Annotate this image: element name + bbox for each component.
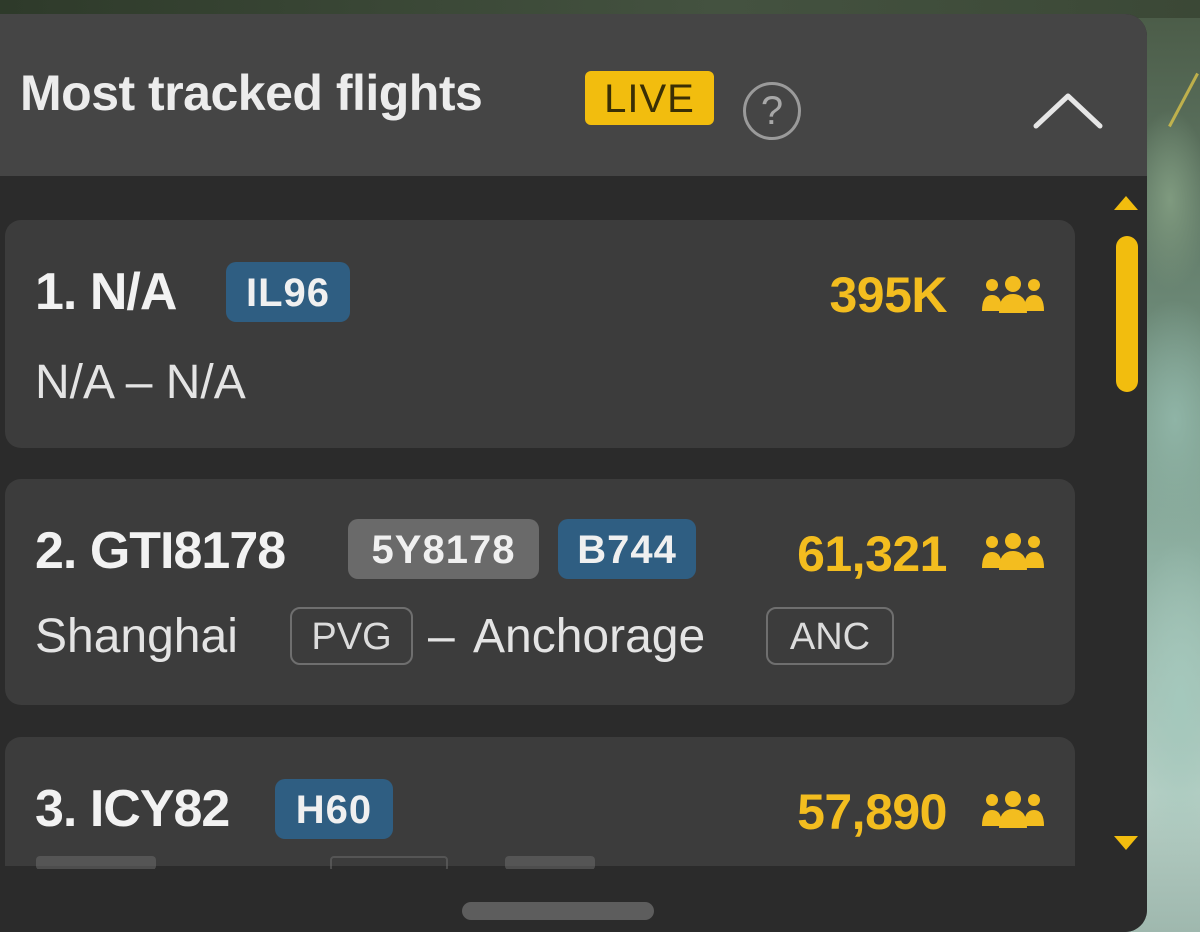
flight-card[interactable]: 2. GTI8178 5Y8178 B744 61,321 Shanghai P… bbox=[5, 479, 1075, 705]
drag-handle[interactable] bbox=[462, 902, 654, 920]
registration-tag: 5Y8178 bbox=[348, 519, 539, 579]
flight-card[interactable]: 3. ICY82 H60 57,890 bbox=[5, 737, 1075, 866]
flight-title: 3. ICY82 bbox=[35, 780, 230, 838]
destination-city: Anchorage bbox=[473, 610, 706, 663]
origin-airport-code: PVG bbox=[290, 607, 413, 665]
most-tracked-flights-panel: Most tracked flights LIVE ? 1. N/A IL96 … bbox=[0, 14, 1147, 932]
clipped-route-text bbox=[505, 856, 595, 870]
panel-header: Most tracked flights LIVE ? bbox=[0, 14, 1147, 176]
live-badge: LIVE bbox=[585, 71, 714, 125]
panel-title: Most tracked flights bbox=[20, 65, 483, 121]
destination-airport-code: ANC bbox=[766, 607, 894, 665]
scroll-down-arrow-icon[interactable] bbox=[1114, 836, 1138, 850]
route-separator: – bbox=[428, 610, 455, 663]
route-text: N/A – N/A bbox=[35, 356, 246, 409]
aircraft-type-tag: IL96 bbox=[226, 262, 350, 322]
people-icon bbox=[982, 276, 1044, 313]
tracker-count: 61,321 bbox=[797, 526, 947, 582]
aircraft-type-tag: B744 bbox=[558, 519, 696, 579]
flight-card[interactable]: 1. N/A IL96 395K N/A – N/A bbox=[5, 220, 1075, 448]
tracker-count: 395K bbox=[829, 267, 947, 323]
people-icon bbox=[982, 533, 1044, 570]
flight-title: 1. N/A bbox=[35, 263, 177, 321]
panel-footer bbox=[0, 869, 1147, 932]
scrollbar-thumb[interactable] bbox=[1116, 236, 1138, 392]
tracker-count: 57,890 bbox=[797, 784, 947, 840]
question-circle-icon[interactable]: ? bbox=[743, 82, 801, 140]
flight-list[interactable]: 1. N/A IL96 395K N/A – N/A 2. GTI8178 5Y… bbox=[0, 176, 1147, 866]
people-icon bbox=[982, 791, 1044, 828]
scroll-up-arrow-icon[interactable] bbox=[1114, 196, 1138, 210]
flight-title: 2. GTI8178 bbox=[35, 522, 286, 580]
chevron-up-icon[interactable] bbox=[1030, 84, 1106, 134]
clipped-route-text bbox=[36, 856, 156, 870]
origin-city: Shanghai bbox=[35, 610, 238, 663]
aircraft-type-tag: H60 bbox=[275, 779, 393, 839]
